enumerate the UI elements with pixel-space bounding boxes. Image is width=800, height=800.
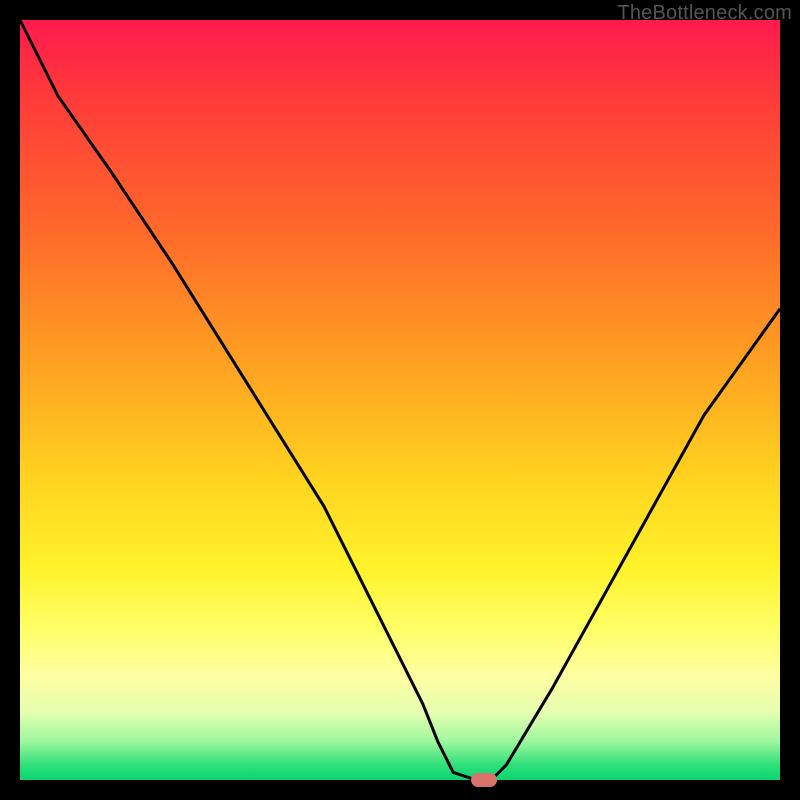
- curve-path: [20, 20, 780, 780]
- watermark-text: TheBottleneck.com: [617, 2, 792, 25]
- plot-area: [20, 20, 780, 780]
- optimum-marker: [471, 773, 497, 787]
- chart-frame: TheBottleneck.com: [0, 0, 800, 800]
- bottleneck-curve: [20, 20, 780, 780]
